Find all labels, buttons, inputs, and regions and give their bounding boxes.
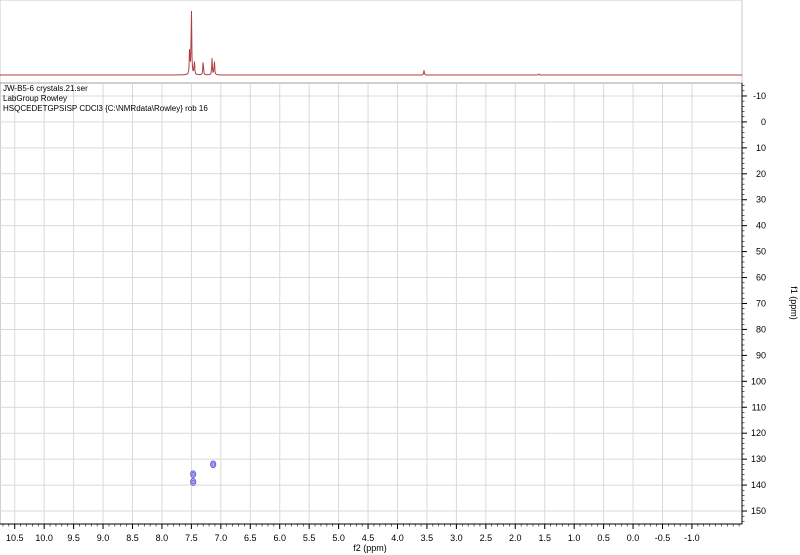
y-tick-label: 30	[756, 195, 766, 205]
projection-frame	[0, 0, 743, 84]
x-tick-label: 1.5	[538, 533, 551, 543]
x-axis-label: f2 (ppm)	[353, 543, 387, 553]
x-axis: 10.5 10.0 9.5 9.0 8.5 8.0 7.5 7.0 6.5 6.0 5.5 5.0 4.…	[0, 523, 742, 543]
x-tick-label: 7.0	[215, 533, 228, 543]
y-tick-label: 80	[756, 324, 766, 334]
y-tick-label: 50	[756, 247, 766, 257]
x-tick-label: 0.5	[597, 533, 610, 543]
y-tick-label: -10	[753, 91, 766, 101]
y-tick-label: 110	[752, 402, 766, 412]
x-tick-label: 10.0	[35, 533, 53, 543]
x-tick-label: 6.0	[273, 533, 286, 543]
y-tick-label: 70	[756, 299, 766, 309]
y-tick-label: 20	[756, 169, 766, 179]
y-tick-label: 100	[751, 376, 766, 386]
x-tick-label: -0.5	[655, 533, 671, 543]
y-tick-label: 40	[756, 221, 766, 231]
x-tick-label: 9.5	[67, 533, 80, 543]
y-tick-label: 10	[756, 143, 766, 153]
x-tick-label: 3.0	[450, 533, 463, 543]
x-tick-label: 9.0	[97, 533, 110, 543]
x-tick-label: 3.5	[421, 533, 434, 543]
lab-group: LabGroup Rowley	[3, 94, 68, 103]
pulse-sequence-info: HSQCEDETGPSISP CDCl3 {C:\NMRdata\Rowley}…	[3, 104, 208, 113]
x-tick-label: 10.5	[6, 533, 24, 543]
y-tick-label: 150	[751, 506, 766, 516]
x-tick-label: 1.0	[568, 533, 581, 543]
x-tick-label: 0.0	[627, 533, 640, 543]
x-tick-label: 2.0	[509, 533, 522, 543]
experiment-filename: JW-B5-6 crystals.21.ser	[3, 84, 88, 93]
x-tick-label: 4.5	[362, 533, 375, 543]
y-tick-label: 130	[751, 454, 766, 464]
x-tick-label: -1.0	[684, 533, 700, 543]
y-tick-label: 140	[751, 480, 766, 490]
y-axis: -10 0 10 20 30 40 50 60 70 80 90 100 110 120 130 140 150	[741, 83, 766, 524]
x-tick-label: 8.0	[156, 533, 169, 543]
x-tick-label: 6.5	[244, 533, 257, 543]
x-tick-label: 2.5	[480, 533, 493, 543]
x-tick-label: 4.0	[391, 533, 404, 543]
cross-peak	[190, 478, 197, 486]
y-tick-label: 120	[751, 428, 766, 438]
x-tick-label: 5.5	[303, 533, 316, 543]
y-tick-label: 0	[761, 117, 766, 127]
y-axis-label: f1 (ppm)	[789, 286, 799, 320]
x-tick-label: 7.5	[185, 533, 198, 543]
y-tick-label: 60	[756, 273, 766, 283]
y-tick-label: 90	[756, 350, 766, 360]
cross-peak	[210, 460, 217, 469]
x-tick-label: 5.0	[332, 533, 345, 543]
cross-peak	[190, 470, 197, 479]
hsqc-spectrum-plot: 10.5 10.0 9.5 9.0 8.5 8.0 7.5 7.0 6.5 6.0 5.5 5.0 4.…	[0, 0, 799, 553]
x-tick-label: 8.5	[126, 533, 139, 543]
